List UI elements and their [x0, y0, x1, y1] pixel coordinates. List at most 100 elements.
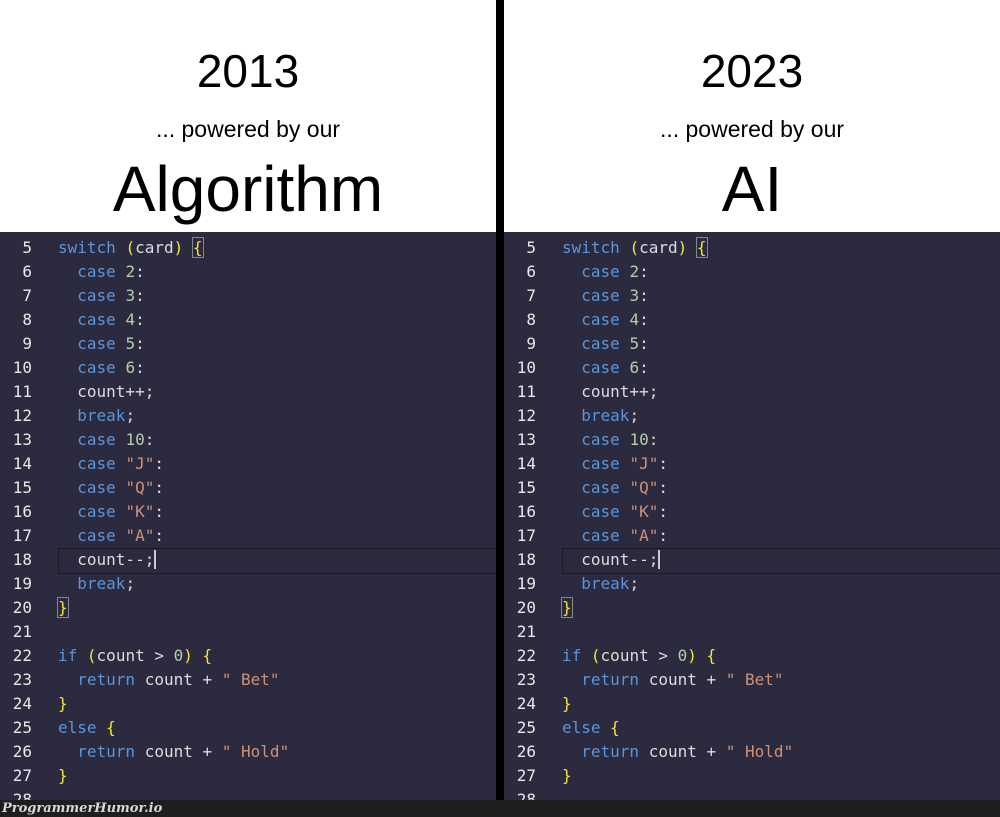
code-token: count +	[648, 670, 726, 689]
code-token: }	[562, 766, 572, 785]
line-number: 26	[12, 742, 32, 761]
code-line: 25 else {	[0, 716, 496, 740]
code-line: 13 case 10:	[0, 428, 496, 452]
code-token: else	[58, 718, 107, 737]
code-token: case	[581, 526, 630, 545]
line-number: 27	[12, 766, 32, 785]
code-token: :	[135, 358, 145, 377]
line-number: 9	[22, 334, 32, 353]
code-line: 18 count--;	[504, 548, 1000, 574]
code-line: 21	[0, 620, 496, 644]
code-token: :	[144, 430, 155, 449]
line-number: 5	[526, 238, 536, 257]
line-number: 21	[12, 622, 32, 641]
line-number: 19	[12, 574, 32, 593]
line-number: 22	[12, 646, 32, 665]
code-token: "Q"	[125, 478, 155, 497]
code-line: 18 count--;	[0, 548, 496, 574]
code-line: 22 if (count > 0) {	[504, 644, 1000, 668]
line-number: 8	[22, 310, 32, 329]
code-line: 5 switch (card) {	[504, 236, 1000, 260]
code-line: 25 else {	[504, 716, 1000, 740]
code-line: 5 switch (card) {	[0, 236, 496, 260]
code-token: case	[581, 454, 630, 473]
line-text: return count + " Hold"	[562, 740, 793, 764]
code-token: break	[581, 406, 630, 425]
code-token: (	[86, 646, 97, 665]
code-line: 28	[504, 788, 1000, 800]
line-number: 21	[516, 622, 536, 641]
code-token: switch	[562, 238, 630, 257]
code-line: 16 case "K":	[504, 500, 1000, 524]
code-token: " Bet"	[221, 670, 280, 689]
code-editor: 5 switch (card) {6 case 2: 7 case 3: 8 case…	[504, 236, 1000, 800]
code-token: return	[77, 670, 145, 689]
code-line: 11 count++;	[504, 380, 1000, 404]
line-text: else {	[58, 716, 116, 740]
code-token: :	[639, 262, 649, 281]
line-text: }	[562, 692, 572, 716]
code-token: count >	[600, 646, 678, 665]
code-token: }	[58, 694, 68, 713]
line-text: count++;	[58, 380, 154, 404]
line-number: 5	[22, 238, 32, 257]
line-number: 12	[516, 406, 536, 425]
line-number: 22	[516, 646, 536, 665]
line-number: 28	[516, 790, 536, 800]
code-token: )	[183, 646, 193, 665]
code-line: 14 case "J":	[0, 452, 496, 476]
code-token: if	[562, 646, 591, 665]
code-token: :	[135, 262, 145, 281]
line-text: }	[58, 764, 68, 788]
code-token: count--	[562, 550, 649, 569]
code-token: :	[658, 526, 668, 545]
code-line: 11 count++;	[0, 380, 496, 404]
line-text: }	[58, 692, 68, 716]
line-number: 10	[12, 358, 32, 377]
code-token: "Q"	[629, 478, 659, 497]
line-text: count--;	[562, 548, 661, 572]
line-text: case "J":	[58, 452, 164, 476]
code-line: 23 return count + " Bet"	[504, 668, 1000, 692]
code-line: 9 case 5:	[0, 332, 496, 356]
code-token: 3	[629, 286, 640, 305]
code-line: 14 case "J":	[504, 452, 1000, 476]
line-text: case 5:	[58, 332, 144, 356]
code-token: :	[154, 454, 164, 473]
code-token: count--	[58, 550, 145, 569]
code-token: ;	[125, 406, 136, 425]
code-line: 15 case "Q":	[504, 476, 1000, 500]
code-line: 24}	[0, 692, 496, 716]
code-line: 19 break;	[504, 572, 1000, 596]
code-token: ;	[125, 574, 136, 593]
line-text: if (count > 0) {	[562, 644, 716, 668]
line-number: 11	[12, 382, 32, 401]
code-token: count +	[648, 742, 726, 761]
watermark: ProgrammerHumor.io	[2, 801, 163, 816]
line-number: 17	[12, 526, 32, 545]
code-token: 4	[629, 310, 640, 329]
code-line: 27}	[0, 764, 496, 788]
code-token: " Bet"	[725, 670, 784, 689]
code-line: 13 case 10:	[504, 428, 1000, 452]
code-token: "K"	[629, 502, 659, 521]
year-label: 2013	[196, 45, 300, 97]
code-token: :	[154, 526, 164, 545]
code-token: count +	[144, 742, 222, 761]
code-token: case	[581, 478, 630, 497]
code-token: "A"	[125, 526, 155, 545]
footer-bar: ProgrammerHumor.io	[0, 800, 1000, 817]
code-token: "K"	[125, 502, 155, 521]
code-token: :	[639, 286, 649, 305]
caption-2023: 2023 ... powered by our AI	[504, 0, 1000, 232]
code-token: )	[677, 238, 688, 257]
code-token: 4	[125, 310, 136, 329]
